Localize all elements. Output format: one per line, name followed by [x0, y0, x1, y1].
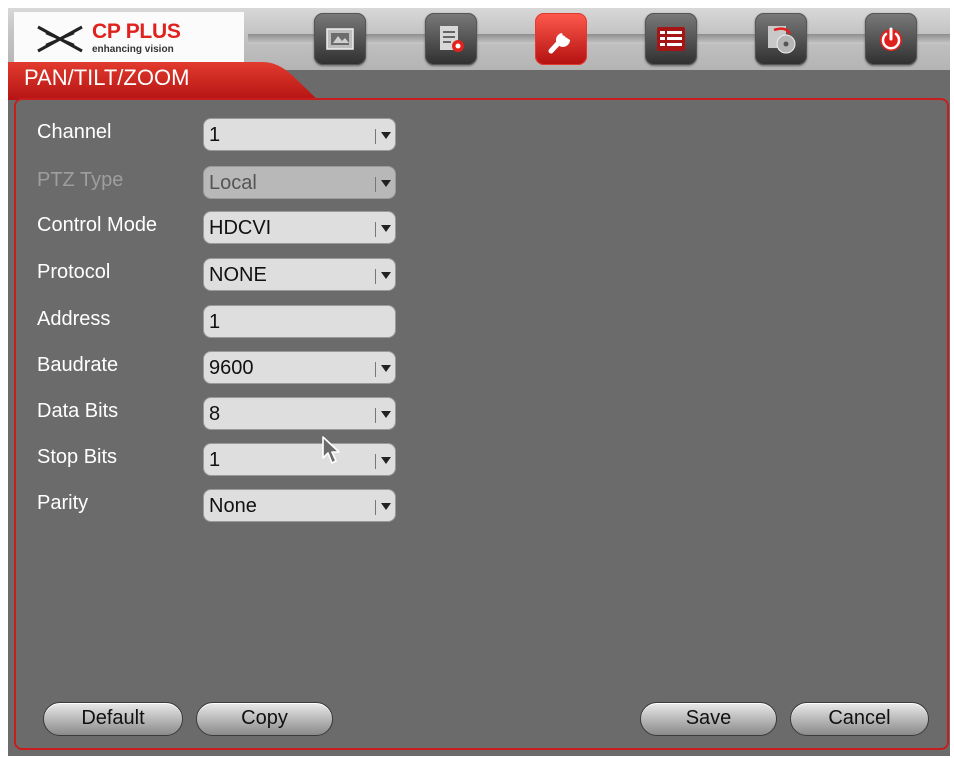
chevron-down-icon — [381, 225, 391, 232]
page-title: PAN/TILT/ZOOM — [24, 65, 190, 90]
dropdown-divider — [375, 362, 376, 377]
parity-select[interactable]: None — [203, 489, 396, 522]
data-bits-value: 8 — [209, 403, 221, 425]
chevron-down-icon — [381, 411, 391, 418]
parity-value: None — [209, 495, 257, 517]
dropdown-divider — [375, 454, 376, 469]
record-settings-button[interactable] — [425, 13, 477, 65]
logo-mark-icon — [37, 25, 83, 53]
baudrate-label: Baudrate — [37, 354, 119, 376]
camera-icon — [326, 28, 354, 50]
channel-value: 1 — [209, 124, 221, 146]
control-mode-select[interactable]: HDCVI — [203, 211, 396, 244]
brand-name: CP PLUS — [92, 20, 181, 43]
cancel-button[interactable]: Cancel — [790, 702, 929, 736]
default-button[interactable]: Default — [43, 702, 183, 736]
protocol-value: NONE — [209, 264, 267, 286]
chevron-down-icon — [381, 132, 391, 139]
system-settings-button[interactable] — [535, 13, 587, 65]
backup-disc-icon — [768, 26, 796, 54]
baudrate-select[interactable]: 9600 — [203, 351, 396, 384]
baudrate-value: 9600 — [209, 357, 254, 379]
list-menu-icon — [657, 27, 685, 51]
protocol-label: Protocol — [37, 261, 111, 283]
copy-button[interactable]: Copy — [196, 702, 333, 736]
dropdown-divider — [375, 222, 376, 237]
data-bits-label: Data Bits — [37, 400, 119, 422]
ptz-settings-panel — [14, 98, 949, 750]
ptz-type-value: Local — [209, 172, 257, 194]
dropdown-divider — [375, 500, 376, 515]
record-settings-icon — [440, 26, 464, 52]
save-button[interactable]: Save — [640, 702, 777, 736]
chevron-down-icon — [381, 365, 391, 372]
control-mode-value: HDCVI — [209, 217, 272, 239]
parity-label: Parity — [37, 492, 89, 514]
wrench-icon — [548, 33, 570, 54]
power-icon — [880, 27, 902, 51]
address-value: 1 — [209, 311, 221, 333]
shutdown-button[interactable] — [865, 13, 917, 65]
stop-bits-label: Stop Bits — [37, 446, 118, 468]
dropdown-divider — [375, 177, 376, 192]
ptz-type-select: Local — [203, 166, 396, 199]
menu-list-button[interactable] — [645, 13, 697, 65]
stop-bits-value: 1 — [209, 449, 221, 471]
chevron-down-icon — [381, 503, 391, 510]
mouse-pointer-icon — [322, 436, 340, 464]
chevron-down-icon — [381, 457, 391, 464]
channel-select[interactable]: 1 — [203, 118, 396, 151]
control-mode-label: Control Mode — [37, 214, 158, 236]
address-label: Address — [37, 308, 111, 330]
dropdown-divider — [375, 408, 376, 423]
chevron-down-icon — [381, 180, 391, 187]
backup-button[interactable] — [755, 13, 807, 65]
top-toolbar: CP PLUS enhancing vision — [8, 8, 950, 70]
channel-label: Channel — [37, 121, 112, 143]
ptz-type-label: PTZ Type — [37, 169, 124, 191]
chevron-down-icon — [381, 272, 391, 279]
address-input[interactable]: 1 — [203, 305, 396, 338]
dropdown-divider — [375, 269, 376, 284]
data-bits-select[interactable]: 8 — [203, 397, 396, 430]
camera-button[interactable] — [314, 13, 366, 65]
stop-bits-select[interactable]: 1 — [203, 443, 396, 476]
dropdown-divider — [375, 129, 376, 144]
brand-logo: CP PLUS enhancing vision — [14, 12, 244, 64]
protocol-select[interactable]: NONE — [203, 258, 396, 291]
brand-tagline: enhancing vision — [92, 44, 174, 55]
